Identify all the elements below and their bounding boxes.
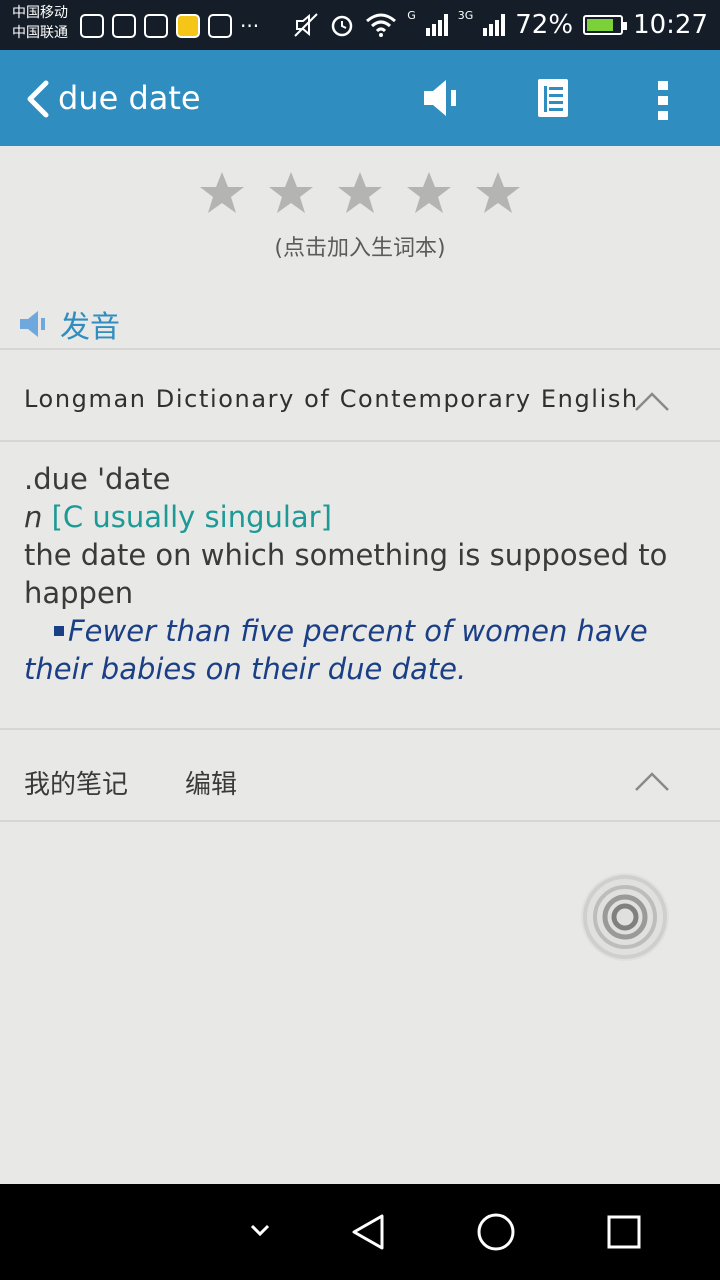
star-icon[interactable]: [337, 170, 383, 216]
example-line: Fewer than five percent of women have th…: [24, 612, 694, 688]
grammar-code: [C usually singular]: [51, 500, 332, 534]
divider: [0, 728, 720, 730]
star-rating[interactable]: [0, 170, 720, 230]
status-bar: 中国移动 中国联通 ··· G 3G 72% 10:27: [0, 0, 720, 50]
edit-notes-button[interactable]: 编辑: [185, 764, 237, 801]
example-sentence: Fewer than five percent of women have th…: [24, 614, 648, 686]
wifi-icon: [366, 13, 397, 37]
mute-icon: [294, 13, 318, 37]
speaker-icon[interactable]: [420, 76, 460, 120]
chevron-up-icon[interactable]: [634, 770, 670, 792]
my-notes-label: 我的笔记: [24, 770, 129, 800]
network-type-2: 3G: [457, 8, 474, 22]
document-icon[interactable]: [536, 76, 570, 120]
star-icon[interactable]: [475, 170, 521, 216]
status-right: G 3G 72% 10:27: [293, 8, 708, 42]
back-icon[interactable]: [22, 80, 52, 118]
star-icon[interactable]: [268, 170, 314, 216]
app-bar: due date: [0, 50, 720, 146]
dictionary-section-title[interactable]: Longman Dictionary of Contemporary Engli…: [24, 385, 639, 413]
speaker-icon: [20, 311, 45, 337]
notification-icons: ···: [80, 12, 259, 40]
network-type-1: G: [407, 8, 416, 22]
floating-assist-icon[interactable]: [578, 870, 672, 964]
part-of-speech: n: [24, 500, 43, 534]
add-to-wordbook-hint: (点击加入生词本): [274, 236, 446, 261]
headword: .due 'date: [24, 462, 171, 496]
back-nav-icon[interactable]: [348, 1212, 388, 1252]
signal-icon-1: [425, 14, 448, 36]
home-nav-icon[interactable]: [474, 1210, 518, 1254]
recents-nav-icon[interactable]: [604, 1212, 644, 1252]
divider: [0, 440, 720, 442]
notification-icon: [80, 14, 104, 38]
chevron-up-icon[interactable]: [634, 390, 670, 412]
bullet-icon: [54, 626, 64, 636]
navigation-bar: [0, 1184, 720, 1280]
more-icon[interactable]: [652, 78, 674, 122]
alarm-icon: [331, 15, 353, 37]
signal-icon-2: [483, 14, 506, 36]
divider: [0, 820, 720, 822]
star-app-icon: [176, 14, 200, 38]
pronunciation-label: 发音: [60, 310, 120, 345]
divider: [0, 348, 720, 350]
more-notifications-icon: ···: [240, 14, 260, 38]
carrier-2: 中国联通: [12, 25, 68, 41]
carrier-info: 中国移动 中国联通: [12, 3, 68, 43]
battery-percent: 72%: [515, 10, 574, 40]
carrier-1: 中国移动: [12, 5, 68, 21]
star-icon[interactable]: [199, 170, 245, 216]
app-icon-2: [208, 14, 232, 38]
pronunciation-button[interactable]: 发音: [18, 302, 120, 346]
battery-icon: [583, 15, 628, 35]
app-icon: [144, 14, 168, 38]
dictionary-entry: .due 'date n [C usually singular] the da…: [24, 460, 694, 688]
star-icon[interactable]: [406, 170, 452, 216]
page-title: due date: [58, 79, 201, 117]
chevron-down-icon[interactable]: [248, 1222, 272, 1238]
part-of-speech-line: n [C usually singular]: [24, 498, 694, 536]
gallery-icon: [112, 14, 136, 38]
definition: the date on which something is supposed …: [24, 538, 668, 610]
clock: 10:27: [633, 10, 708, 40]
